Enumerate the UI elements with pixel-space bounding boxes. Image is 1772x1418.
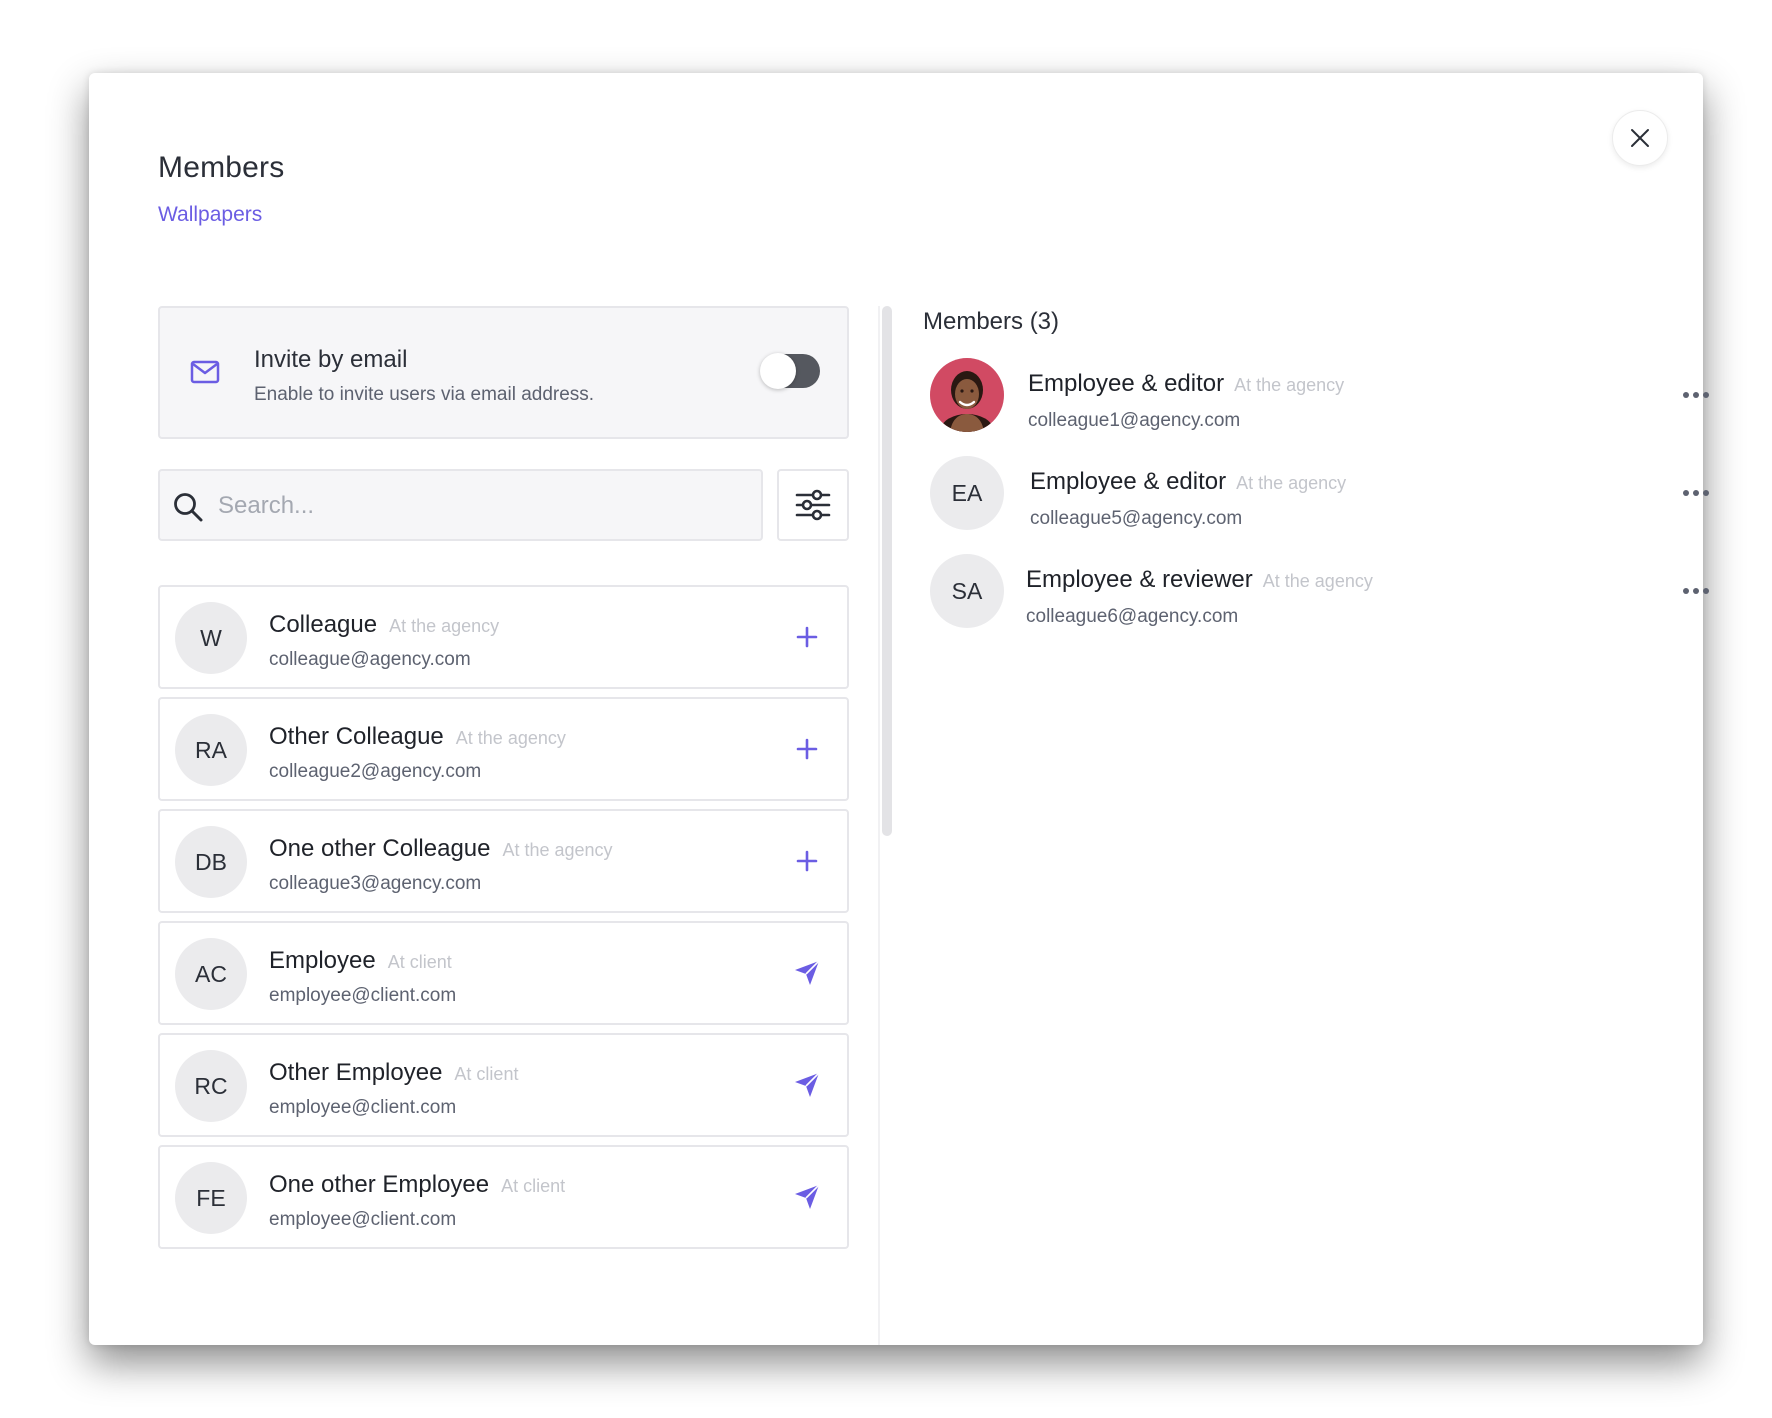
add-member-button[interactable] [789,843,825,879]
add-member-button[interactable] [789,731,825,767]
member-email: colleague1@agency.com [1028,410,1241,431]
person-row: FE One other Employee At client employee@… [158,1145,849,1249]
person-name: Colleague At the agency [269,611,500,638]
member-role: Employee & reviewer At the agency [1026,566,1373,593]
person-tag: At the agency [389,616,500,636]
close-button[interactable] [1612,110,1668,166]
avatar: RC [175,1050,247,1122]
member-tag: At the agency [1234,375,1345,395]
person-tag: At the agency [502,840,613,860]
person-email: colleague@agency.com [269,649,471,670]
member-more-button[interactable] [1676,380,1716,410]
column-divider [878,306,880,1345]
plus-icon [796,626,818,648]
send-invite-button[interactable] [789,1179,825,1215]
plus-icon [796,850,818,872]
member-tag: At the agency [1262,571,1373,591]
avatar: EA [930,456,1004,530]
avatar: FE [175,1162,247,1234]
person-name: One other Colleague At the agency [269,835,613,862]
person-tag: At client [387,952,452,972]
member-email: colleague6@agency.com [1026,606,1239,627]
invite-by-email-card: Invite by email Enable to invite users v… [158,306,849,439]
avatar: SA [930,554,1004,628]
person-email: colleague3@agency.com [269,873,482,894]
member-role: Employee & editor At the agency [1028,370,1345,397]
invite-description: Enable to invite users via email address… [254,384,595,405]
person-name: Other Employee At client [269,1059,519,1086]
member-row: Employee & editor At the agency colleague… [930,358,1709,434]
person-name: Employee At client [269,947,452,974]
search-input[interactable] [216,481,746,531]
person-row: W Colleague At the agency colleague@agenc… [158,585,849,689]
person-name: One other Employee At client [269,1171,566,1198]
person-row: RA Other Colleague At the agency colleagu… [158,697,849,801]
people-list: W Colleague At the agency colleague@agenc… [158,585,849,1257]
person-email: employee@client.com [269,1209,457,1230]
person-email: employee@client.com [269,1097,457,1118]
member-more-button[interactable] [1676,478,1716,508]
plus-icon [796,738,818,760]
paper-plane-icon [795,960,820,985]
avatar: W [175,602,247,674]
invite-toggle[interactable] [760,353,820,389]
members-modal: Members Wallpapers Invite by email Enabl… [89,73,1709,1345]
members-heading: Members (3) [923,308,1060,335]
person-tag: At the agency [455,728,566,748]
paper-plane-icon [795,1184,820,1209]
member-more-button[interactable] [1676,576,1716,606]
send-invite-button[interactable] [789,955,825,991]
toggle-knob [760,353,796,389]
person-email: employee@client.com [269,985,457,1006]
avatar: AC [175,938,247,1010]
member-email: colleague5@agency.com [1030,508,1243,529]
more-horizontal-icon [1683,490,1709,496]
more-horizontal-icon [1683,588,1709,594]
sliders-icon [795,489,831,521]
person-row: DB One other Colleague At the agency coll… [158,809,849,913]
person-email: colleague2@agency.com [269,761,482,782]
avatar-photo [930,358,1004,432]
avatar: RA [175,714,247,786]
add-member-button[interactable] [789,619,825,655]
avatar: DB [175,826,247,898]
close-icon [1631,129,1649,147]
person-tag: At client [501,1176,566,1196]
person-tag: At client [454,1064,519,1084]
person-row: RC Other Employee At client employee@clie… [158,1033,849,1137]
member-row: SA Employee & reviewer At the agency coll… [930,554,1709,630]
search-box [158,469,763,541]
member-role: Employee & editor At the agency [1030,468,1347,495]
scrollbar[interactable] [882,306,892,836]
person-row: AC Employee At client employee@client.com [158,921,849,1025]
member-tag: At the agency [1236,473,1347,493]
paper-plane-icon [795,1072,820,1097]
modal-title: Members [158,151,285,184]
person-name: Other Colleague At the agency [269,723,566,750]
invite-title: Invite by email [254,346,408,373]
filter-button[interactable] [777,469,849,541]
send-invite-button[interactable] [789,1067,825,1103]
search-icon [174,493,203,522]
project-link[interactable]: Wallpapers [158,203,262,227]
person-photo-icon [930,358,1004,432]
member-row: EA Employee & editor At the agency collea… [930,456,1709,532]
more-horizontal-icon [1683,392,1709,398]
envelope-icon [190,360,220,384]
